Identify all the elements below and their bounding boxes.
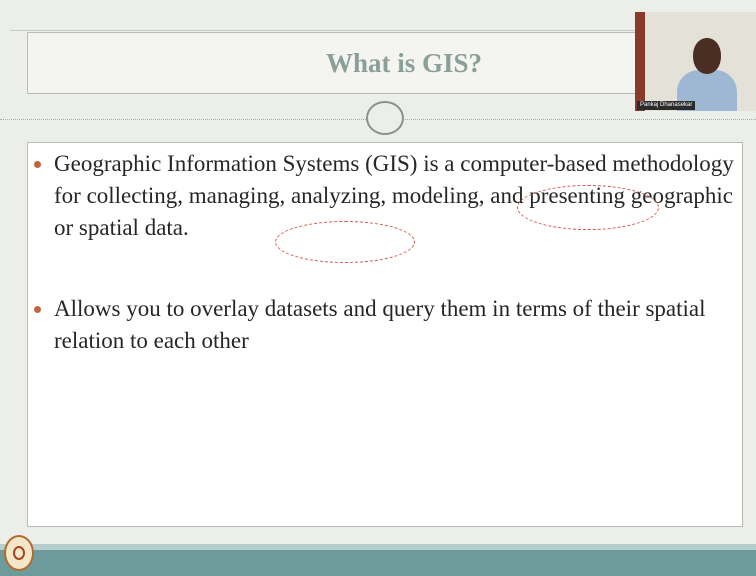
bullet-item-2: Allows you to overlay datasets and query… (34, 293, 734, 357)
webcam-shelf (635, 12, 645, 111)
webcam-video-feed[interactable]: Pankaj Dhanasekar (635, 12, 756, 111)
bullet-dot-icon (34, 306, 41, 313)
presenter-head (693, 38, 721, 74)
bullet-text-2: Allows you to overlay datasets and query… (54, 296, 706, 353)
footer-bar (0, 550, 756, 576)
bullet-dot-icon (34, 161, 41, 168)
presenter-name-tag: Pankaj Dhanasekar (637, 101, 696, 110)
institute-logo-icon (4, 535, 34, 571)
annotation-circle-modeling (517, 185, 659, 230)
slide-title: What is GIS? (325, 47, 483, 78)
title-box: What is GIS? (27, 32, 727, 94)
content-box: Geographic Information Systems (GIS) is … (27, 142, 743, 527)
divider-circle-ornament (366, 101, 404, 135)
annotation-circle-spatial-data (275, 221, 415, 263)
